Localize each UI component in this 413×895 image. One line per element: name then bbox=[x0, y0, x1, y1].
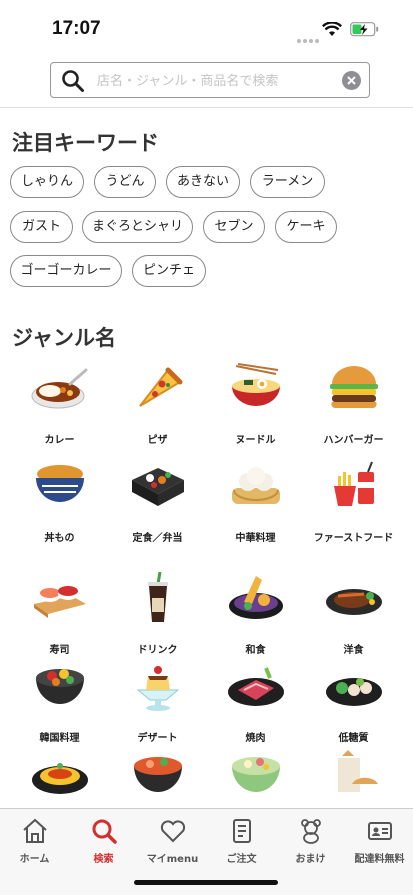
close-icon bbox=[347, 76, 356, 85]
battery-charging-icon bbox=[350, 22, 379, 37]
genre-item-hamburger[interactable]: ハンバーガー bbox=[302, 362, 405, 449]
genre-label: ヌードル bbox=[235, 435, 276, 446]
keyword-chip[interactable]: セブン bbox=[203, 211, 265, 243]
id-card-icon bbox=[367, 822, 392, 840]
genre-item-noodle[interactable]: ヌードル bbox=[204, 362, 307, 449]
tab-mymenu[interactable]: マイmenu bbox=[138, 817, 207, 865]
tab-label: マイmenu bbox=[146, 854, 199, 865]
bento-icon bbox=[131, 468, 184, 506]
genre-label: ファーストフード bbox=[313, 533, 394, 544]
hamburger-icon bbox=[329, 366, 378, 409]
pudding-icon bbox=[136, 666, 179, 711]
genre-label: カレー bbox=[44, 435, 75, 446]
genres-title: ジャンル名 bbox=[12, 326, 116, 350]
keyword-chip[interactable]: ケーキ bbox=[275, 211, 337, 243]
bibimbap-icon bbox=[35, 669, 84, 704]
tab-label: 配達料無料 bbox=[354, 854, 405, 865]
keyword-chip[interactable]: しゃりん bbox=[10, 166, 84, 198]
home-indicator bbox=[134, 880, 278, 885]
receipt-icon bbox=[232, 819, 251, 843]
tab-orders[interactable]: ご注文 bbox=[207, 817, 276, 865]
genre-label: ドリンク bbox=[137, 645, 178, 656]
header-divider bbox=[0, 107, 413, 108]
keyword-chip[interactable]: ガスト bbox=[10, 211, 73, 243]
tempura-icon bbox=[228, 576, 283, 619]
keyword-chip[interactable]: まぐろとシャリ bbox=[82, 211, 193, 243]
genre-item-yoshoku[interactable]: 洋食 bbox=[302, 572, 405, 659]
home-icon bbox=[22, 818, 47, 843]
genre-label: 丼もの bbox=[44, 533, 75, 544]
genre-item-washoku[interactable]: 和食 bbox=[204, 572, 307, 659]
soup-icon bbox=[133, 757, 182, 792]
salad-icon bbox=[231, 757, 280, 792]
drink-icon bbox=[147, 571, 168, 622]
dimsum-icon bbox=[231, 467, 280, 504]
genre-label: デザート bbox=[137, 733, 178, 744]
bear-icon bbox=[300, 819, 321, 844]
search-icon bbox=[92, 819, 117, 844]
genre-item-korean[interactable]: 韓国料理 bbox=[8, 660, 111, 747]
donburi-icon bbox=[35, 465, 84, 502]
tab-label: 検索 bbox=[93, 854, 114, 865]
lowcarb-icon bbox=[325, 678, 382, 706]
genre-item-lowcarb[interactable]: 低糖質 bbox=[302, 660, 405, 747]
curry-icon bbox=[31, 368, 87, 409]
genre-label: 洋食 bbox=[343, 645, 364, 656]
fastfood-icon bbox=[333, 461, 374, 506]
tab-search[interactable]: 検索 bbox=[69, 817, 138, 865]
keyword-chip[interactable]: あきない bbox=[166, 166, 240, 198]
status-bar: 17:07 bbox=[0, 0, 413, 56]
tab-bonus[interactable]: おまけ bbox=[276, 817, 345, 865]
wifi-icon bbox=[322, 22, 342, 36]
genre-item-curry[interactable]: カレー bbox=[8, 362, 111, 449]
steak-icon bbox=[325, 589, 382, 615]
genre-item-pizza[interactable]: ピザ bbox=[106, 362, 209, 449]
heart-icon bbox=[160, 820, 185, 843]
bread-icon bbox=[337, 750, 378, 792]
genre-item-fastfood[interactable]: ファーストフード bbox=[302, 460, 405, 547]
genre-item-donburi[interactable]: 丼もの bbox=[8, 460, 111, 547]
tab-label: おまけ bbox=[295, 854, 326, 865]
genre-label: 定食／弁当 bbox=[132, 533, 183, 544]
keyword-chip[interactable]: うどん bbox=[94, 166, 156, 198]
keyword-chip[interactable]: ピンチェ bbox=[132, 255, 206, 287]
genre-item-chinese[interactable]: 中華料理 bbox=[204, 460, 307, 547]
genre-label: ピザ bbox=[147, 435, 168, 446]
genre-item-yakiniku[interactable]: 焼肉 bbox=[204, 660, 307, 747]
signal-dots-icon bbox=[297, 28, 321, 47]
keyword-chip[interactable]: ゴーゴーカレー bbox=[10, 255, 122, 287]
sushi-icon bbox=[33, 586, 86, 618]
genre-label: 和食 bbox=[245, 645, 266, 656]
genre-item-bento[interactable]: 定食／弁当 bbox=[106, 460, 209, 547]
keyword-chip[interactable]: ラーメン bbox=[250, 166, 325, 198]
search-input[interactable] bbox=[95, 69, 339, 93]
noodle-icon bbox=[231, 363, 280, 406]
genre-label: ハンバーガー bbox=[323, 435, 384, 446]
genre-label: 焼肉 bbox=[245, 733, 266, 744]
genre-label: 寿司 bbox=[49, 645, 70, 656]
genre-label: 韓国料理 bbox=[39, 733, 80, 744]
tab-free-delivery[interactable]: 配達料無料 bbox=[345, 817, 413, 865]
search-bar[interactable] bbox=[50, 62, 370, 98]
genre-item-sushi[interactable]: 寿司 bbox=[8, 572, 111, 659]
tab-label: ご注文 bbox=[226, 854, 257, 865]
status-time: 17:07 bbox=[52, 18, 101, 39]
tab-home[interactable]: ホーム bbox=[0, 817, 69, 865]
genre-item-dessert[interactable]: デザート bbox=[106, 660, 209, 747]
genre-label: 中華料理 bbox=[235, 533, 276, 544]
keywords-title: 注目キーワード bbox=[12, 131, 159, 155]
clear-search-button[interactable] bbox=[342, 71, 361, 90]
yakiniku-icon bbox=[227, 667, 284, 706]
search-icon bbox=[62, 70, 84, 92]
pasta-icon bbox=[31, 763, 88, 794]
genre-item-drink[interactable]: ドリンク bbox=[106, 571, 209, 659]
genre-label: 低糖質 bbox=[338, 733, 369, 744]
pizza-icon bbox=[138, 367, 182, 407]
tab-label: ホーム bbox=[19, 854, 50, 865]
